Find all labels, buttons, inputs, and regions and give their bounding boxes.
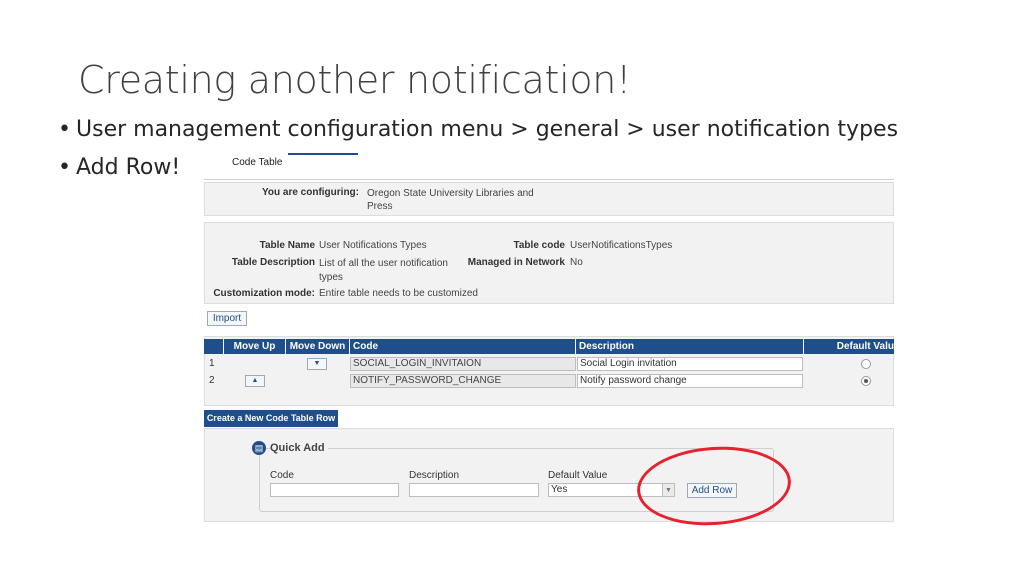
customization-mode-value: Entire table needs to be customized [319,288,478,299]
table-description-label: Table Description [231,257,315,268]
table-name-label: Table Name [259,240,315,251]
move-up-button[interactable]: ▲ [245,375,265,387]
code-field[interactable]: NOTIFY_PASSWORD_CHANGE [350,374,576,388]
column-header-default-value: Default Valu [836,341,894,352]
description-label: Description [409,470,460,481]
table-code-label: Table code [513,240,566,251]
table-name-value: User Notifications Types [319,240,427,251]
bullet-item-add-row: • Add Row! [58,155,180,180]
default-value-label: Default Value [548,470,608,481]
managed-in-network-value: No [570,257,583,268]
create-new-code-table-row-button[interactable]: Create a New Code Table Row [204,410,338,427]
configuring-panel: You are configuring: Oregon State Univer… [204,182,894,216]
bullet-text: User management configuration menu > gen… [76,117,899,142]
code-label: Code [270,470,294,481]
code-input[interactable] [270,483,399,497]
table-details-panel: Table Name User Notifications Types Tabl… [204,222,894,304]
default-value-radio[interactable] [861,359,871,369]
tab-active-indicator [288,153,358,155]
code-table-screenshot: Code Table You are configuring: Oregon S… [204,151,894,522]
default-value-radio[interactable] [861,376,871,386]
table-row: 2 ▲ NOTIFY_PASSWORD_CHANGE Notify passwo… [204,372,894,389]
configuring-value: Oregon State University Libraries and Pr… [367,188,534,212]
table-header: Move Up Move Down Code Description Defau… [204,339,894,354]
bullet-text: Add Row! [76,155,181,180]
code-field[interactable]: SOCIAL_LOGIN_INVITAION [350,357,576,371]
table-row: 1 ▼ SOCIAL_LOGIN_INVITAION Social Login … [204,355,894,372]
column-header-description: Description [576,339,804,354]
table-description-value: List of all the user notification types [319,258,448,283]
column-header-index [204,339,224,354]
move-down-button[interactable]: ▼ [307,358,327,370]
column-header-move-down: Move Down [286,339,350,354]
row-index: 1 [209,358,215,369]
chevron-down-icon: ▼ [313,360,321,367]
description-field[interactable]: Notify password change [577,374,803,388]
quick-add-title: Quick Add [270,442,328,454]
row-index: 2 [209,375,215,386]
description-field[interactable]: Social Login invitation [577,357,803,371]
bullet-dot: • [58,117,71,142]
document-icon: ▤ [252,441,266,455]
import-button[interactable]: Import [207,311,247,326]
tab-code-table[interactable]: Code Table [232,157,282,168]
slide-title: Creating another notification! [78,58,632,102]
description-input[interactable] [409,483,539,497]
customization-mode-label: Customization mode: [213,288,315,299]
tab-bar: Code Table [204,151,894,180]
column-header-code: Code [350,339,576,354]
chevron-up-icon: ▲ [251,377,259,384]
configuring-label: You are configuring: [261,187,359,198]
managed-in-network-label: Managed in Network [467,257,565,268]
column-header-move-up: Move Up [224,339,286,354]
table-code-value: UserNotificationsTypes [570,240,673,251]
bullet-item-menu-path: • User management configuration menu > ge… [58,117,898,142]
bullet-dot: • [58,155,71,180]
